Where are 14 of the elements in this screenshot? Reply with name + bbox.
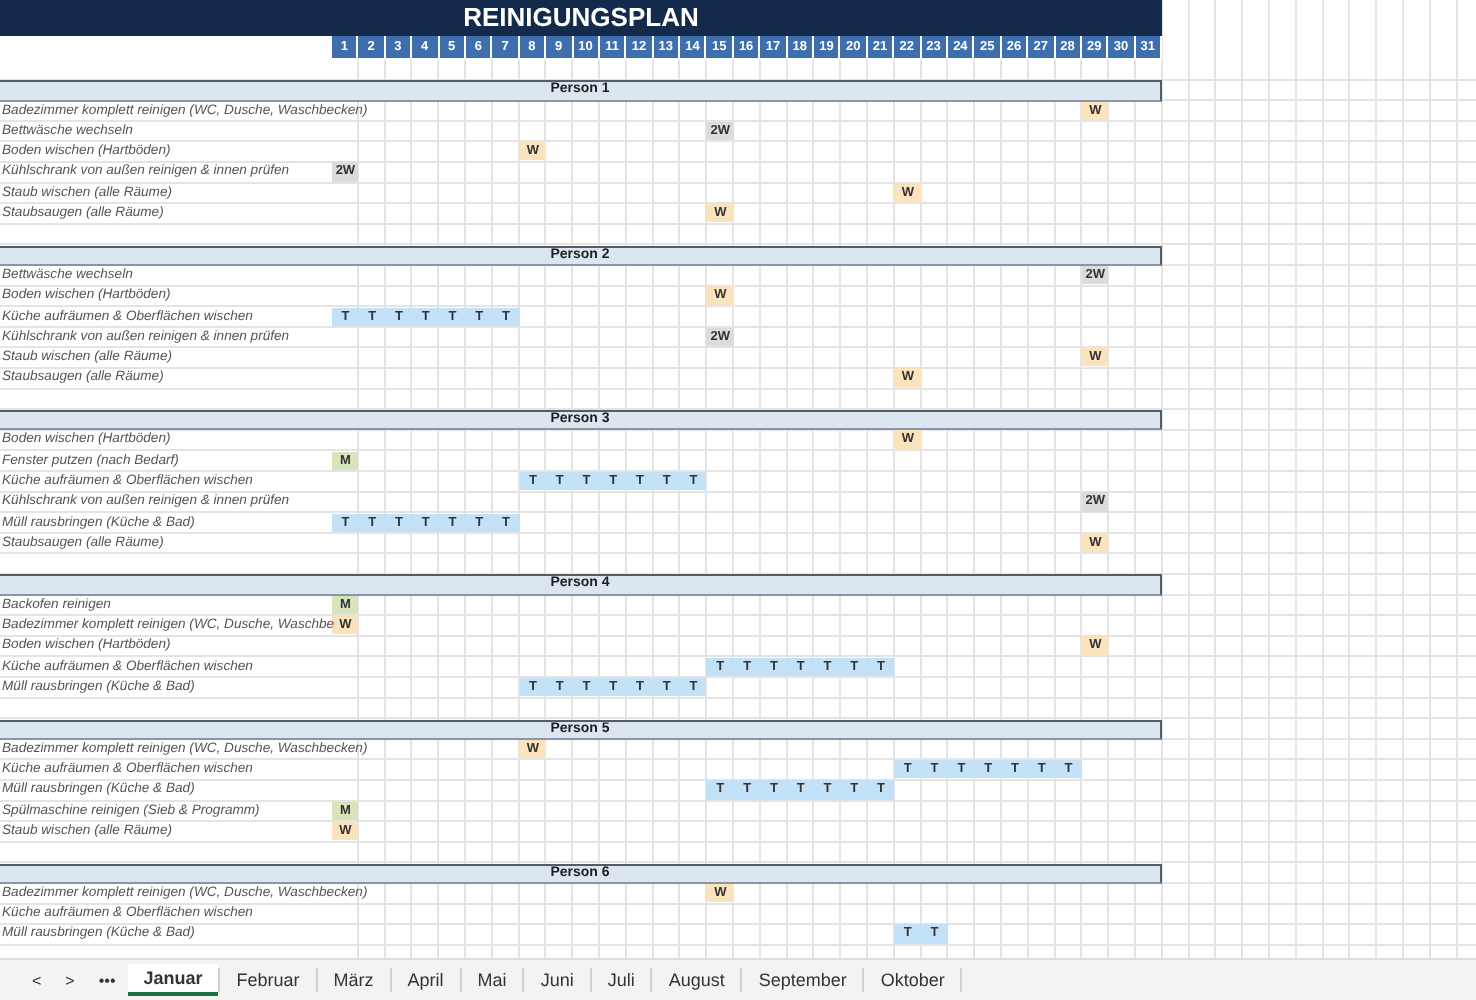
sheet-nav-button[interactable]: > bbox=[53, 971, 87, 989]
sheet-tab[interactable]: Oktober bbox=[864, 966, 961, 994]
sheet-tab[interactable]: September bbox=[742, 966, 863, 994]
sheet-title: REINIGUNGSPLAN bbox=[0, 0, 1162, 36]
sheet-tab[interactable]: Juli bbox=[591, 966, 651, 994]
sheet-tab[interactable]: Mai bbox=[461, 966, 523, 994]
sheet-nav-button[interactable]: < bbox=[20, 971, 54, 989]
sheet-tab[interactable]: Januar bbox=[127, 964, 219, 996]
sheet-nav-button[interactable]: ••• bbox=[86, 971, 128, 989]
sheet-tab[interactable]: Juni bbox=[524, 966, 590, 994]
sheet-tab[interactable]: April bbox=[391, 966, 460, 994]
sheet-tab[interactable]: Februar bbox=[220, 966, 316, 994]
sheet-tab[interactable]: März bbox=[317, 966, 390, 994]
sheet-tab[interactable]: August bbox=[652, 966, 741, 994]
